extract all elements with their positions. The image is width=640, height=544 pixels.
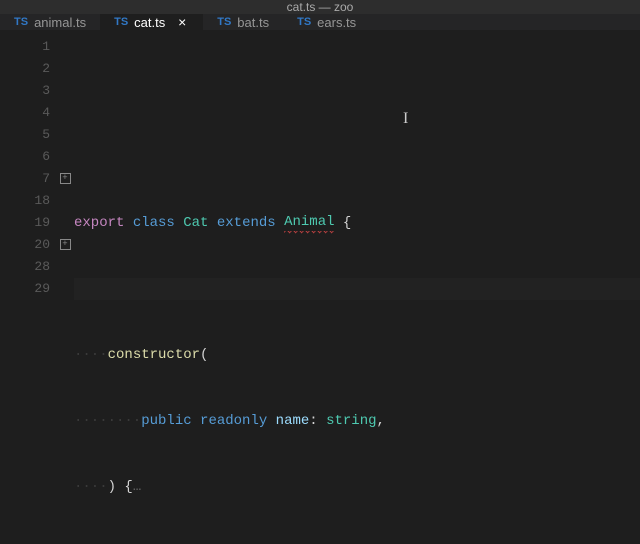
tok: ( [200, 344, 208, 366]
line-number: 18 [0, 190, 50, 212]
code-area[interactable]: export class Cat extends Animal { ····co… [74, 36, 640, 544]
window-title: cat.ts — zoo [287, 0, 354, 14]
tok: string [326, 410, 376, 432]
ts-icon: TS [297, 16, 311, 28]
line-number: 1 [0, 36, 50, 58]
tab-label: cat.ts [134, 15, 165, 30]
line-gutter: 1 2 3 4 5 6 7 18 19 20 28 29 [0, 36, 56, 544]
close-icon[interactable]: × [175, 14, 189, 30]
tab-bar: TS animal.ts TS cat.ts × TS bat.ts TS ea… [0, 14, 640, 30]
line-number: 28 [0, 256, 50, 278]
tok: ) { [108, 476, 133, 498]
line-number: 6 [0, 146, 50, 168]
tok: , [377, 410, 385, 432]
tab-cat[interactable]: TS cat.ts × [100, 14, 203, 30]
tab-bat[interactable]: TS bat.ts [203, 14, 283, 30]
fold-gutter: + + [56, 36, 74, 544]
line-number: 2 [0, 58, 50, 80]
line-number: 5 [0, 124, 50, 146]
line-number: 20 [0, 234, 50, 256]
tab-animal[interactable]: TS animal.ts [0, 14, 100, 30]
titlebar: cat.ts — zoo [0, 0, 640, 14]
editor[interactable]: 1 2 3 4 5 6 7 18 19 20 28 29 + + export … [0, 30, 640, 544]
tab-ears[interactable]: TS ears.ts [283, 14, 370, 30]
line-number: 3 [0, 80, 50, 102]
tab-label: bat.ts [237, 15, 269, 30]
error-token: Animal [284, 211, 334, 236]
tok: export [74, 212, 124, 234]
tok: name [276, 410, 310, 432]
tab-label: animal.ts [34, 15, 86, 30]
tok: { [335, 212, 352, 234]
tok: public [141, 410, 191, 432]
tab-label: ears.ts [317, 15, 356, 30]
line-number: 19 [0, 212, 50, 234]
fold-icon[interactable]: + [60, 173, 71, 184]
line-number: 7 [0, 168, 50, 190]
tok: : [309, 410, 326, 432]
tok: extends [217, 212, 276, 234]
tok: constructor [108, 344, 200, 366]
fold-icon[interactable]: + [60, 239, 71, 250]
ts-icon: TS [114, 16, 128, 28]
tok: readonly [200, 410, 267, 432]
line-number: 4 [0, 102, 50, 124]
tok: class [133, 212, 175, 234]
ts-icon: TS [14, 16, 28, 28]
folded-indicator[interactable]: … [133, 476, 141, 498]
line-number: 29 [0, 278, 50, 300]
ts-icon: TS [217, 16, 231, 28]
tok: Cat [183, 212, 208, 234]
